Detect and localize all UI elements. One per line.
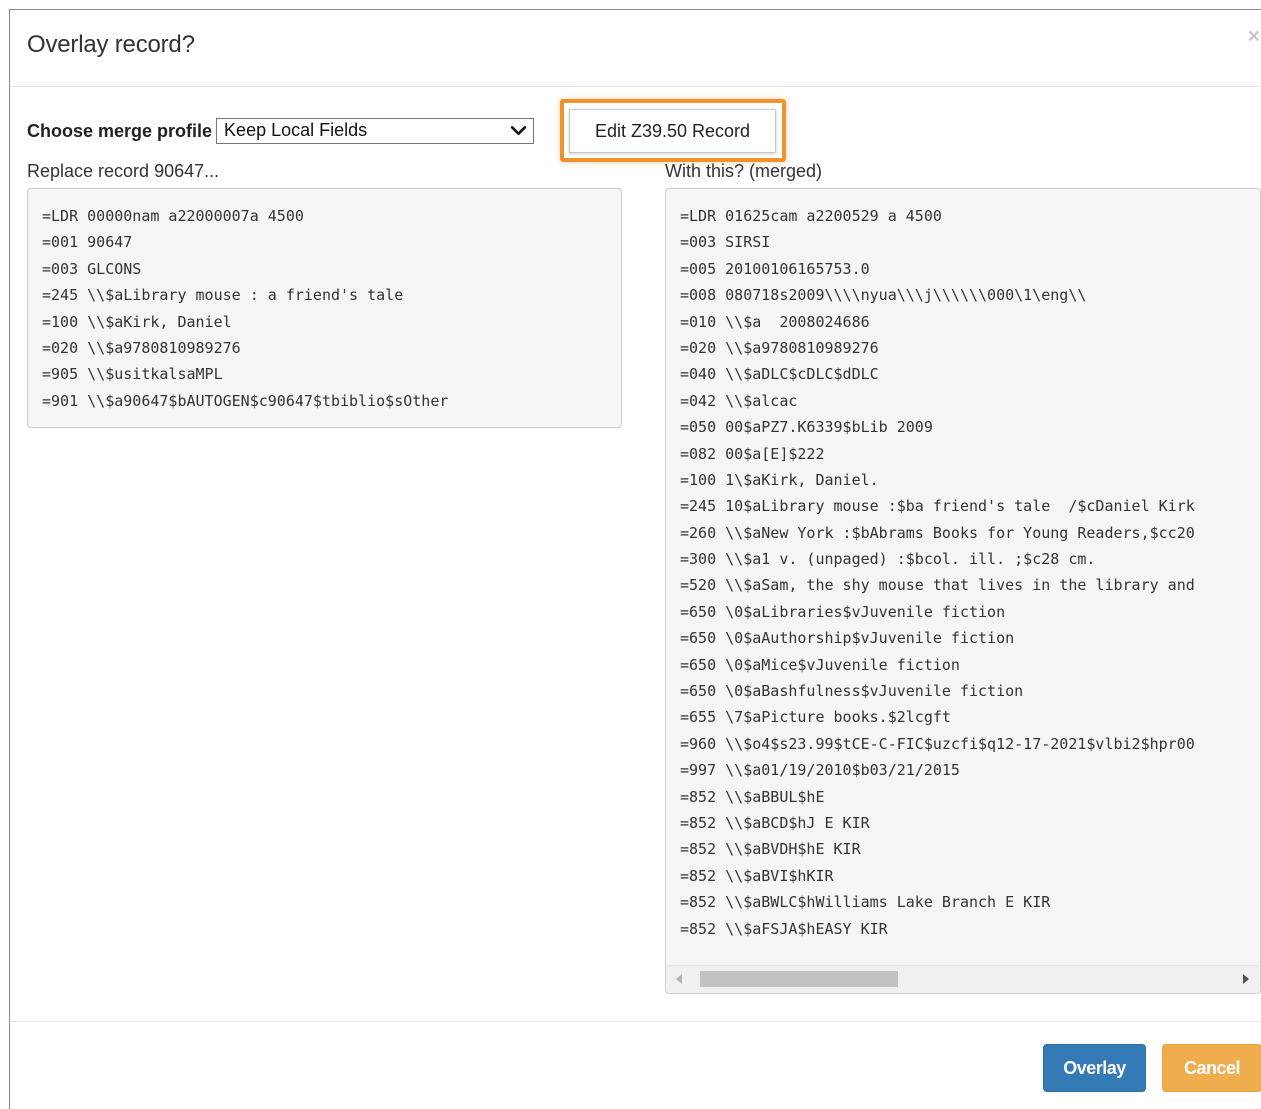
- right-column-caption: With this? (merged): [665, 161, 823, 181]
- marc-field-line: =082 00$a[E]$222: [680, 444, 825, 463]
- marc-field-line: =040 \\$aDLC$cDLC$dDLC: [680, 365, 879, 384]
- marc-field-line: =245 \\$aLibrary mouse : a friend's tale: [42, 286, 404, 305]
- edit-z3950-record-button[interactable]: Edit Z39.50 Record: [569, 109, 776, 153]
- marc-field-line: =001 90647: [42, 233, 133, 252]
- marc-field-line: =852 \\$aBWLC$hWilliams Lake Branch E KI…: [680, 893, 1051, 912]
- marc-field-line: =901 \\$a90647$bAUTOGEN$c90647$tbiblio$s…: [42, 391, 449, 410]
- marc-field-line: =852 \\$aBVI$hKIR: [680, 866, 834, 885]
- overlay-record-dialog: Overlay record? × Choose merge profile K…: [9, 9, 1261, 1109]
- marc-field-line: =LDR 01625cam a2200529 a 4500: [680, 207, 942, 225]
- close-icon[interactable]: ×: [1248, 26, 1260, 47]
- marc-field-line: =905 \\$usitkalsaMPL: [42, 365, 223, 384]
- left-column-caption: Replace record 90647...: [27, 161, 220, 181]
- marc-field-line: =650 \0$aLibraries$vJuvenile fiction: [680, 602, 1006, 621]
- marc-field-line: =100 1\$aKirk, Daniel.: [680, 470, 879, 489]
- dialog-title: Overlay record?: [27, 31, 195, 58]
- marc-field-line: =042 \\$alcac: [680, 391, 798, 410]
- marc-field-line: =997 \\$a01/19/2010$b03/21/2015: [680, 761, 960, 780]
- cancel-button[interactable]: Cancel: [1162, 1044, 1261, 1092]
- local-record-lines: =LDR 00000nam a22000007a 4500 =001 90647 =…: [42, 203, 448, 414]
- marc-field-line: =852 \\$aBVDH$hE KIR: [680, 840, 861, 859]
- merge-profile-label: Choose merge profile: [27, 120, 213, 141]
- merge-profile-selected-value: Keep Local Fields: [224, 120, 368, 140]
- marc-field-line: =520 \\$aSam, the shy mouse that lives i…: [680, 576, 1195, 595]
- merge-profile-row: Choose merge profile Keep Local Fields: [27, 118, 535, 144]
- horizontal-scrollbar[interactable]: [667, 965, 1259, 992]
- marc-field-line: =020 \\$a9780810989276: [42, 338, 241, 357]
- marc-field-line: =245 10$aLibrary mouse :$ba friend's tal…: [680, 497, 1195, 516]
- marc-field-line: =852 \\$aFSJA$hEASY KIR: [680, 919, 888, 938]
- marc-field-line: =005 20100106165753.0: [680, 259, 870, 278]
- local-record-panel: =LDR 00000nam a22000007a 4500 =001 90647 =…: [27, 188, 622, 428]
- marc-field-line: =300 \\$a1 v. (unpaged) :$bcol. ill. ;$c…: [680, 550, 1096, 569]
- scroll-left-arrow-icon[interactable]: [676, 974, 682, 984]
- merged-record-panel[interactable]: =LDR 01625cam a2200529 a 4500 =003 SIRSI =…: [665, 188, 1261, 994]
- merged-record-lines: =LDR 01625cam a2200529 a 4500 =003 SIRSI =…: [680, 203, 1195, 942]
- marc-field-line: =003 GLCONS: [42, 259, 142, 278]
- marc-field-line: =260 \\$aNew York :$bAbrams Books for Yo…: [680, 523, 1195, 542]
- marc-field-line: =650 \0$aAuthorship$vJuvenile fiction: [680, 629, 1015, 648]
- scroll-right-arrow-icon[interactable]: [1243, 974, 1249, 984]
- marc-field-line: =003 SIRSI: [680, 233, 771, 252]
- marc-field-line: =655 \7$aPicture books.$2lcgft: [680, 708, 951, 727]
- marc-field-line: =050 00$aPZ7.K6339$bLib 2009: [680, 418, 933, 437]
- marc-field-line: =650 \0$aMice$vJuvenile fiction: [680, 655, 960, 674]
- marc-field-line: =020 \\$a9780810989276: [680, 338, 879, 357]
- footer-divider: [10, 1021, 1261, 1022]
- scrollbar-thumb[interactable]: [700, 971, 898, 987]
- chevron-down-icon: [510, 126, 527, 135]
- marc-field-line: =852 \\$aBCD$hJ E KIR: [680, 813, 870, 832]
- marc-field-line: =010 \\$a 2008024686: [680, 312, 870, 331]
- marc-field-line: =100 \\$aKirk, Daniel: [42, 312, 232, 331]
- marc-field-line: =960 \\$o4$s23.99$tCE-C-FIC$uzcfi$q12-17…: [680, 734, 1195, 753]
- merge-profile-select[interactable]: Keep Local Fields: [216, 118, 535, 144]
- overlay-button[interactable]: Overlay: [1043, 1044, 1146, 1092]
- marc-field-line: =LDR 00000nam a22000007a 4500: [42, 207, 304, 225]
- marc-field-line: =008 080718s2009\\\\nyua\\\j\\\\\\000\1\…: [680, 286, 1087, 305]
- marc-field-line: =852 \\$aBBUL$hE: [680, 787, 825, 806]
- dialog-header: Overlay record? ×: [10, 10, 1261, 87]
- marc-field-line: =650 \0$aBashfulness$vJuvenile fiction: [680, 682, 1024, 701]
